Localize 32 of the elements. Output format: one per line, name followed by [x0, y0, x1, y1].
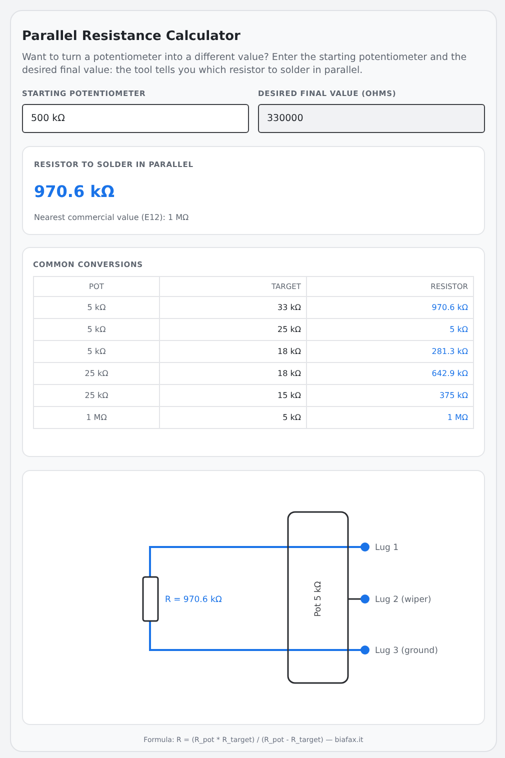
table-cell: 642.9 kΩ	[306, 362, 474, 385]
lug-label: Lug 3 (ground)	[375, 646, 438, 656]
table-cell: 5 kΩ	[34, 318, 160, 341]
page-title: Parallel Resistance Calculator	[22, 28, 242, 46]
table-cell: 18 kΩ	[160, 340, 306, 363]
table-cell: 375 kΩ	[306, 384, 474, 407]
table-cell: 1 MΩ	[306, 406, 474, 429]
table-cell: 281.3 kΩ	[306, 340, 474, 363]
table-cell: 5 kΩ	[160, 406, 306, 429]
table-cell: 5 kΩ	[34, 340, 160, 363]
lug-dot	[360, 646, 370, 654]
lug-label: Lug 1	[375, 543, 398, 553]
table-cell: 25 kΩ	[34, 362, 160, 385]
table-cell: 33 kΩ	[160, 296, 306, 319]
input-field[interactable]: 500 kΩ	[22, 104, 249, 133]
pot-label: Pot 5 kΩ	[313, 581, 324, 617]
table-cell: 970.6 kΩ	[306, 296, 474, 319]
table-cell: 25 kΩ	[34, 384, 160, 407]
resistor	[142, 576, 159, 622]
table-cell: 1 MΩ	[34, 406, 160, 429]
table-cell: 18 kΩ	[160, 362, 306, 385]
result-note: Nearest commercial value (E12): 1 MΩ	[34, 212, 190, 224]
description: Want to turn a potentiometer into a different value? Enter the starting potentiometer and the desired final value: the tool tells you which resistor to solder in parallel.	[22, 50, 468, 76]
lug-dot	[360, 542, 370, 552]
table-cell: 5 kΩ	[34, 296, 160, 319]
table-cell: 25 kΩ	[160, 318, 306, 341]
lug-label: Lug 2 (wiper)	[375, 595, 432, 605]
table-cell: 5 kΩ	[306, 318, 474, 341]
resistor-label: R = 970.6 kΩ	[165, 595, 222, 605]
table-cell: 15 kΩ	[160, 384, 306, 407]
lug-dot	[360, 594, 370, 604]
result-value: 970.6 kΩ	[34, 181, 116, 203]
